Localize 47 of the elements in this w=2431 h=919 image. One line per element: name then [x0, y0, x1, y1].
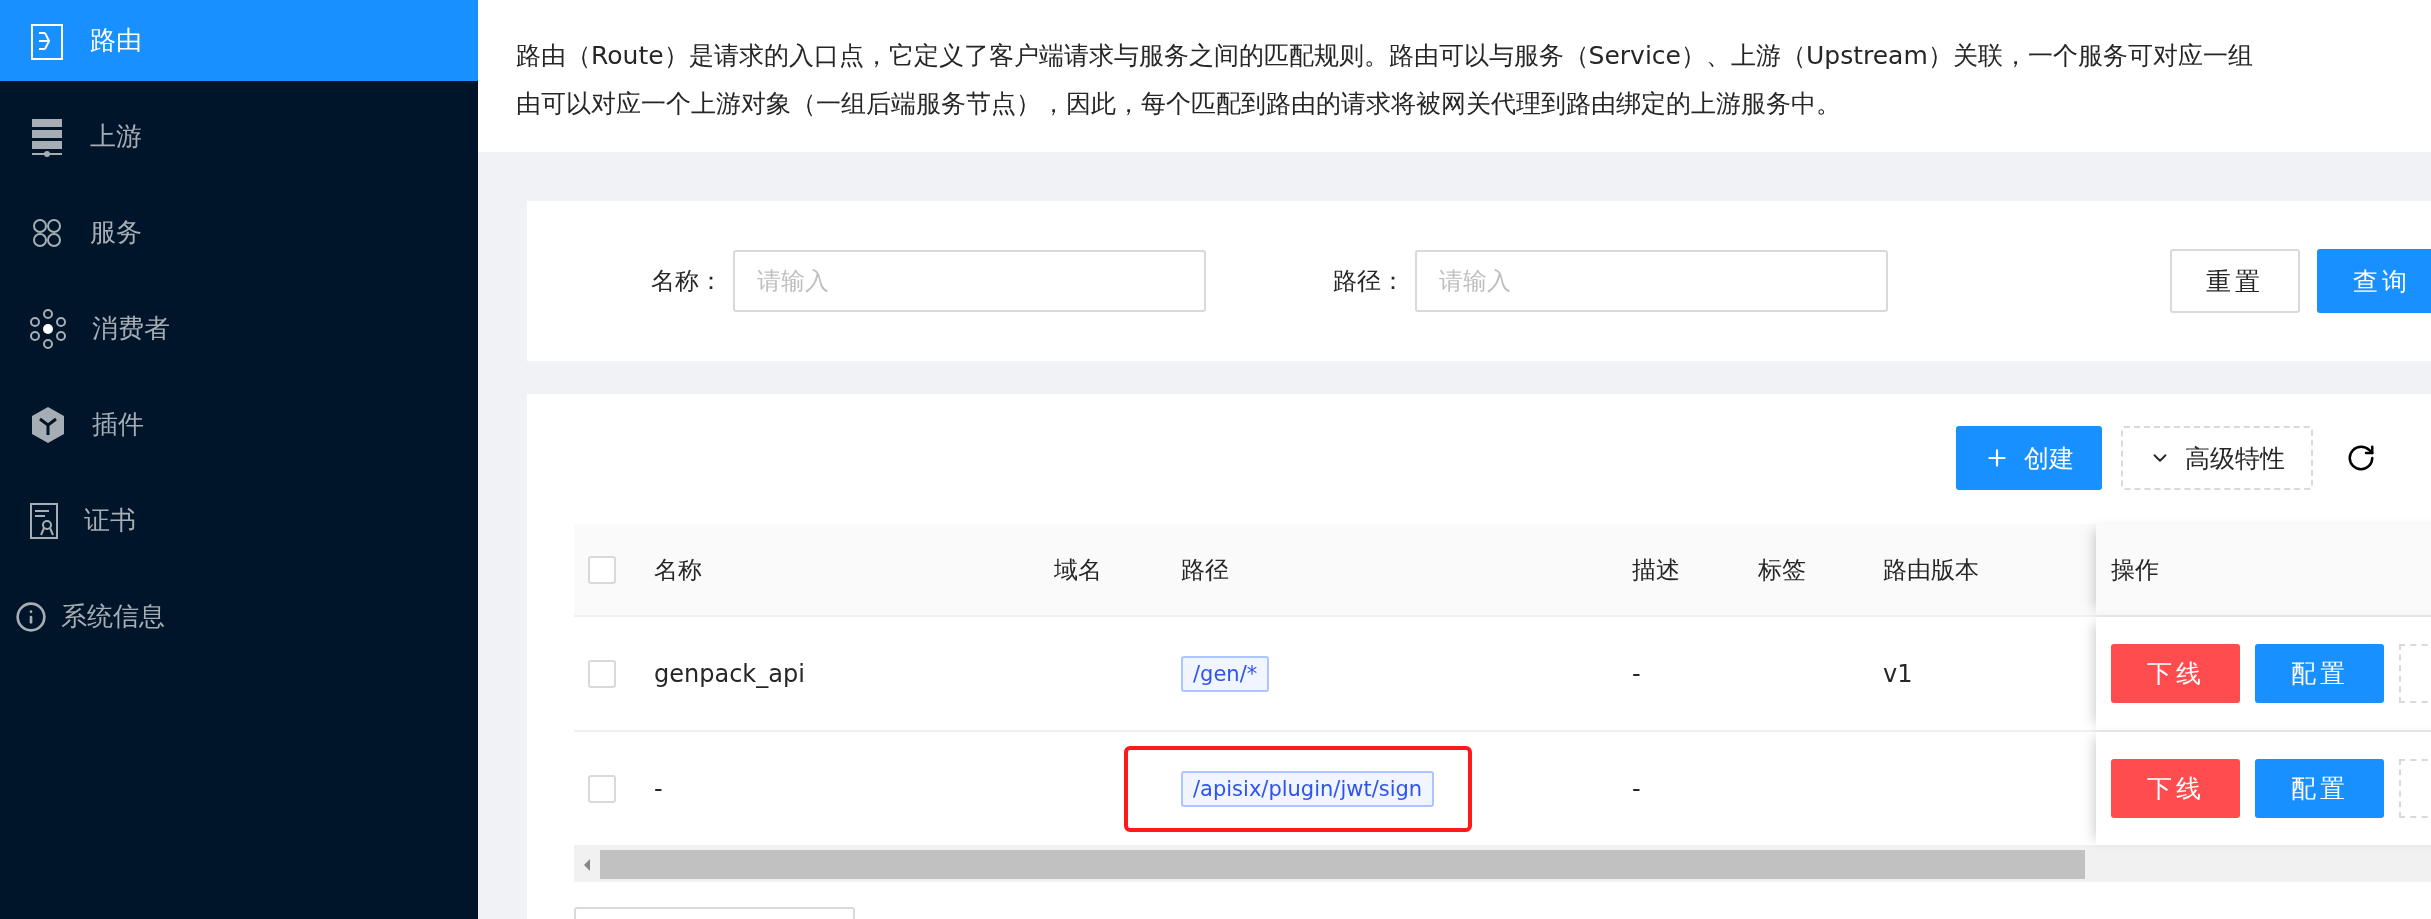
- table-cell: -: [1632, 774, 1641, 803]
- filter-label: 名称：: [651, 266, 723, 297]
- path-tag: /apisix/plugin/jwt/sign: [1181, 770, 1435, 807]
- reset-button[interactable]: 重置: [2170, 249, 2300, 313]
- column-header: 名称: [654, 554, 702, 586]
- search-field[interactable]: 请输入: [1415, 250, 1888, 312]
- server-icon: [30, 116, 64, 157]
- table-cell: -: [654, 774, 663, 803]
- sidebar-item[interactable]: 消费者: [0, 288, 478, 369]
- sidebar-item[interactable]: 上游: [0, 96, 478, 177]
- advanced-button[interactable]: 高级特性: [2121, 426, 2313, 490]
- sidebar-label: 服务: [90, 216, 142, 249]
- column-header: 描述: [1632, 554, 1680, 586]
- table-cell: v1: [1883, 659, 1913, 688]
- description-text: 路由（Route）是请求的入口点，它定义了客户端请求与服务之间的匹配规则。路由可以与服务（Service）、上游（Upstream）关联，一个服务可对应一组: [516, 40, 2254, 72]
- sidebar-label: 上游: [90, 120, 142, 153]
- filter-label: 路径：: [1333, 266, 1405, 297]
- cube-icon: [30, 404, 66, 445]
- sidebar-label: 消费者: [92, 312, 170, 345]
- table-cell: genpack_api: [654, 659, 805, 688]
- refresh-icon[interactable]: [2346, 443, 2376, 473]
- sidebar-item[interactable]: 证书: [0, 480, 478, 561]
- scrollbar-thumb[interactable]: [600, 850, 2085, 879]
- column-header: 域名: [1054, 554, 1102, 586]
- info-icon: [15, 600, 47, 633]
- table-cell: -: [1632, 659, 1641, 688]
- sidebar-item[interactable]: 系统信息: [0, 576, 478, 657]
- column-header: 路由版本: [1883, 554, 1979, 586]
- column-header: 标签: [1758, 554, 1806, 586]
- checkbox[interactable]: [588, 659, 616, 688]
- scroll-left-icon[interactable]: [582, 857, 592, 872]
- certificate-icon: [30, 502, 58, 539]
- sidebar-item[interactable]: 插件: [0, 384, 478, 465]
- checkbox[interactable]: [588, 555, 616, 584]
- sidebar-item[interactable]: 服务: [0, 192, 478, 273]
- path-tag: /gen/*: [1181, 655, 1270, 692]
- description-text: 由可以对应一个上游对象（一组后端服务节点），因此，每个匹配到路由的请求将被网关代理到路由绑定的上游服务中。: [516, 88, 1842, 120]
- checkbox[interactable]: [588, 774, 616, 803]
- sidebar-label: 系统信息: [61, 600, 165, 633]
- sidebar-label: 插件: [92, 408, 144, 441]
- search-field[interactable]: 请输入: [733, 250, 1206, 312]
- sidebar-label: 路由: [90, 24, 142, 57]
- horizontal-scrollbar[interactable]: [574, 847, 2431, 882]
- column-header: 路径: [1181, 554, 1229, 586]
- sidebar-label: 证书: [84, 504, 136, 537]
- network-icon: [30, 308, 66, 349]
- column-header: 操作: [2111, 554, 2159, 586]
